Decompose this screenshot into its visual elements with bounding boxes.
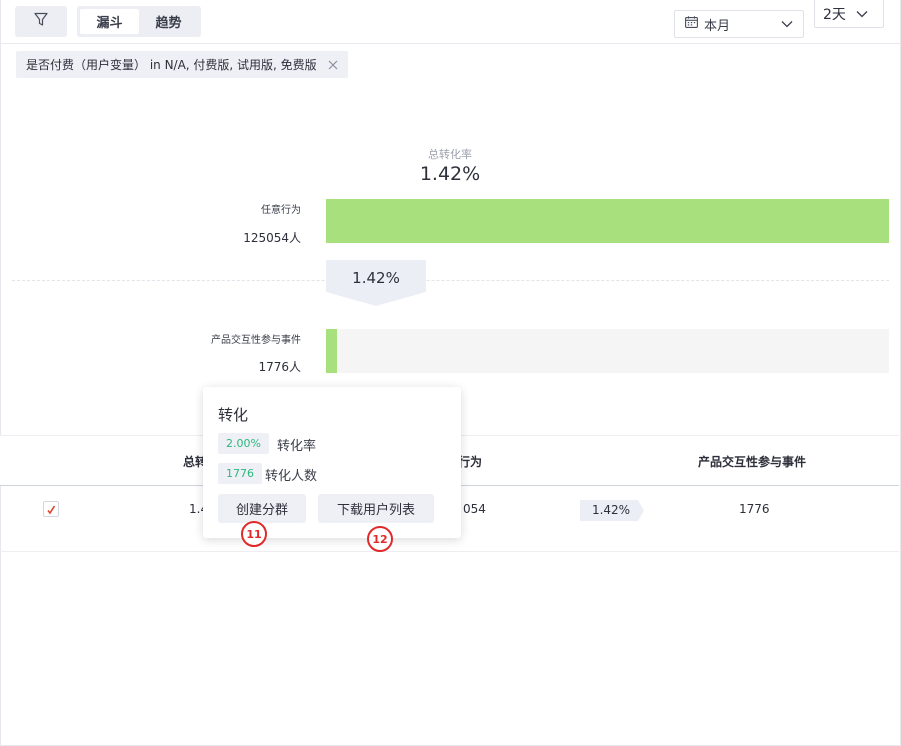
funnel-step-count: 1776人 — [258, 360, 301, 374]
funnel-step-count: 125054人 — [243, 231, 301, 245]
filter-tag: 是否付费（用户变量） in N/A, 付费版, 试用版, 免费版 — [16, 51, 348, 78]
chevron-down-icon — [781, 17, 793, 32]
date-range-value: 本月 — [704, 18, 731, 34]
conversion-rate-badge: 2.00% — [218, 433, 269, 454]
popover-title: 转化 — [218, 406, 249, 424]
column-header-step2: 产品交互性参与事件 — [698, 455, 807, 469]
funnel-bar-fill — [326, 199, 889, 243]
overall-conversion-label: 总转化率 — [428, 148, 472, 161]
column-header-step1: 行为 — [458, 455, 483, 469]
tab-funnel[interactable]: 漏斗 — [80, 9, 139, 34]
cell-step2: 1776 — [739, 502, 770, 516]
cell-step1: 054 — [463, 502, 486, 516]
download-user-list-button[interactable]: 下载用户列表 — [318, 494, 434, 523]
calendar-icon — [685, 16, 698, 32]
toolbar: 漏斗 趋势 本月 2天 — [0, 0, 901, 44]
cell-step-rate: 1.42% — [591, 503, 631, 517]
date-range-select[interactable]: 本月 — [674, 10, 804, 38]
funnel-step-name: 产品交互性参与事件 — [211, 335, 301, 346]
funnel-step-name: 任意行为 — [261, 205, 301, 216]
filter-icon — [34, 12, 48, 31]
step-conversion-value: 1.42% — [352, 269, 400, 287]
filter-tag-text: 是否付费（用户变量） in N/A, 付费版, 试用版, 免费版 — [26, 58, 317, 72]
conversion-count-badge: 1776 — [218, 463, 262, 484]
tab-trend[interactable]: 趋势 — [139, 9, 198, 34]
annotation-marker: 11 — [241, 521, 267, 547]
checkmark-icon — [46, 500, 56, 519]
funnel-bar-track[interactable] — [326, 329, 889, 373]
granularity-value: 2天 — [823, 6, 846, 23]
granularity-select[interactable]: 2天 — [814, 0, 884, 28]
funnel-bar-fill — [326, 329, 337, 373]
overall-conversion-value: 1.42% — [419, 163, 481, 185]
conversion-rate-label: 转化率 — [277, 439, 317, 454]
view-switch: 漏斗 趋势 — [77, 6, 201, 37]
create-group-button[interactable]: 创建分群 — [218, 494, 306, 523]
funnel-bar-track[interactable] — [326, 199, 889, 243]
close-icon[interactable] — [328, 60, 338, 70]
step-divider — [12, 280, 889, 281]
filter-button[interactable] — [15, 6, 67, 37]
conversion-popover: 转化 2.00% 转化率 1776 转化人数 创建分群 下载用户列表 — [203, 387, 461, 538]
report-panel — [0, 0, 901, 746]
conversion-count-label: 转化人数 — [265, 469, 318, 484]
annotation-marker: 12 — [367, 526, 393, 552]
chevron-down-icon — [856, 6, 868, 22]
row-checkbox[interactable] — [43, 501, 59, 517]
